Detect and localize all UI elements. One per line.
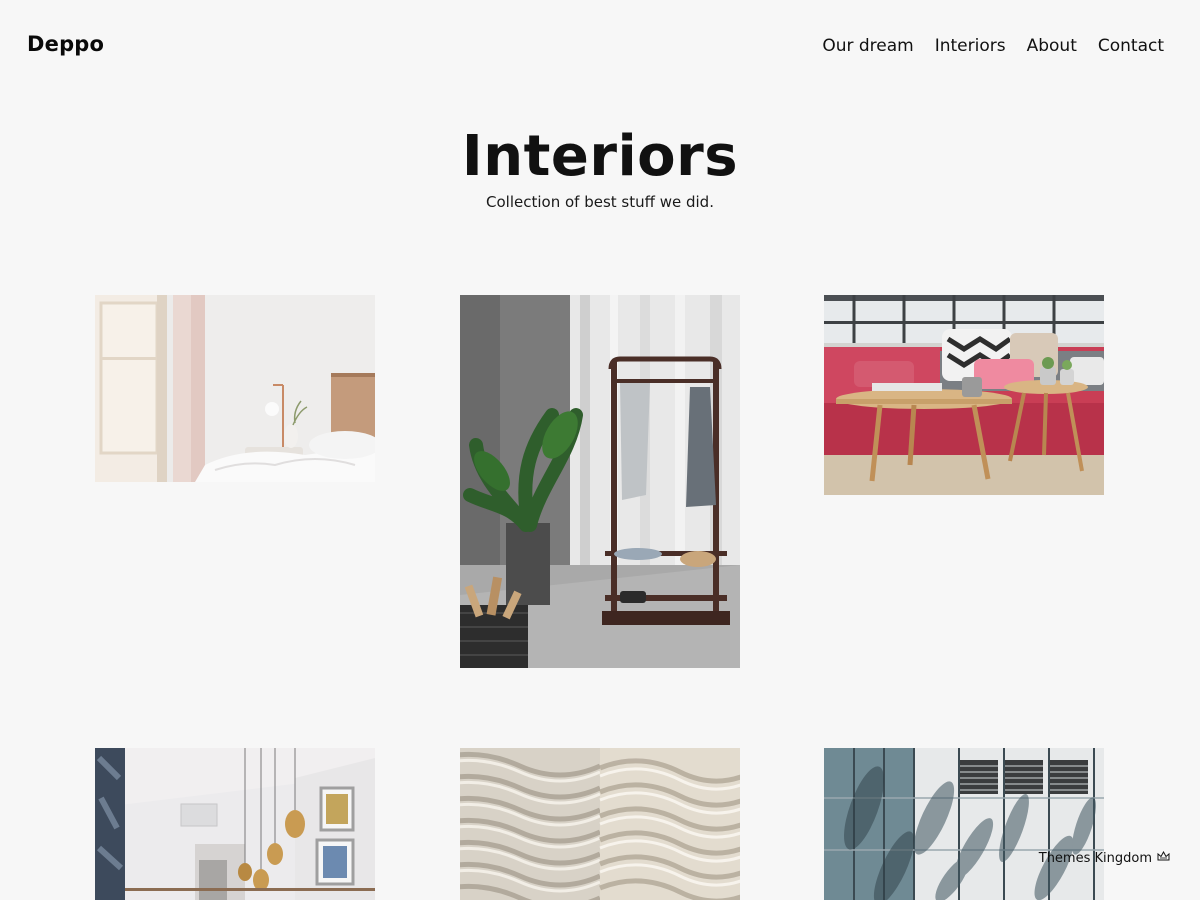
- page: Deppo Our dream Interiors About Contact …: [0, 0, 1200, 900]
- crown-icon: [1157, 850, 1170, 866]
- gallery-item-facade[interactable]: [824, 748, 1104, 900]
- pink-sofa-with-tables-photo: [824, 295, 1104, 495]
- page-subtitle: Collection of best stuff we did.: [486, 193, 714, 211]
- wavy-wall-texture-photo: [460, 748, 740, 900]
- bedroom-with-lamp-photo: [95, 295, 375, 482]
- gallery-item-bedroom[interactable]: [95, 295, 375, 482]
- main-nav: Our dream Interiors About Contact: [822, 36, 1164, 56]
- badge-label: Themes Kingdom: [1038, 851, 1152, 866]
- nav-link-contact[interactable]: Contact: [1098, 36, 1164, 56]
- building-facade-with-shadows-photo: [824, 748, 1104, 900]
- gallery-item-living-room[interactable]: [824, 295, 1104, 495]
- gallery-item-wall-texture[interactable]: [460, 748, 740, 900]
- nav-link-our-dream[interactable]: Our dream: [822, 36, 913, 56]
- nav-link-interiors[interactable]: Interiors: [935, 36, 1006, 56]
- page-title: Interiors: [461, 124, 739, 189]
- page-hero: Interiors Collection of best stuff we di…: [0, 124, 1200, 211]
- gallery-item-hallway[interactable]: [95, 748, 375, 900]
- site-logo[interactable]: Deppo: [27, 32, 104, 56]
- themes-kingdom-badge[interactable]: Themes Kingdom: [1038, 850, 1170, 866]
- clothes-rack-with-plant-photo: [460, 295, 740, 668]
- nav-link-about[interactable]: About: [1027, 36, 1077, 56]
- hallway-with-pendant-lights-photo: [95, 748, 375, 900]
- gallery-item-clothes-rack[interactable]: [460, 295, 740, 668]
